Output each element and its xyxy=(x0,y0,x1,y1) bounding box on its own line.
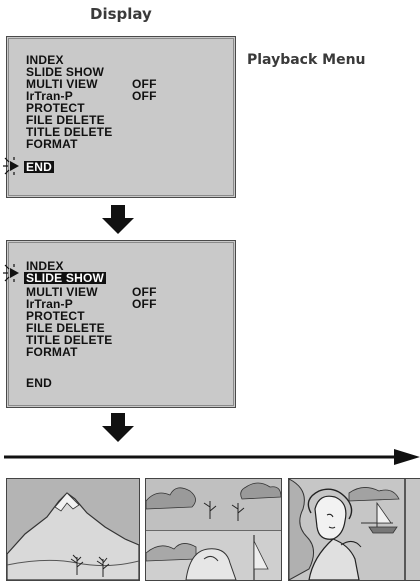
playback-menu-label: Playback Menu xyxy=(247,52,366,68)
irtran-p-value: OFF xyxy=(132,89,157,103)
trees-illustration xyxy=(146,479,281,580)
woman-illustration xyxy=(289,479,420,580)
playback-menu-screen-1: INDEX SLIDE SHOW MULTI VIEW OFF IrTran-P O… xyxy=(3,36,236,198)
slide-panel-trees xyxy=(145,478,282,581)
slide-panel-mountain xyxy=(6,478,140,581)
slide-panel-woman xyxy=(288,478,420,581)
display-heading: Display xyxy=(90,5,152,23)
menu-item-format[interactable]: FORMAT xyxy=(26,138,78,150)
mountain-illustration xyxy=(7,479,139,580)
menu-item-end[interactable]: END xyxy=(26,377,52,389)
down-arrow-icon xyxy=(102,205,134,234)
irtran-p-value: OFF xyxy=(132,297,157,311)
cursor-pointer-icon xyxy=(3,157,19,175)
right-arrow-icon xyxy=(4,449,420,465)
cursor-pointer-icon xyxy=(3,264,19,282)
menu-item-format[interactable]: FORMAT xyxy=(26,346,78,358)
playback-menu-screen-2: INDEX SLIDE SHOW MULTI VIEW OFF IrTran-P O… xyxy=(3,240,236,408)
menu-item-end-selected[interactable]: END xyxy=(24,161,54,173)
down-arrow-icon xyxy=(102,413,134,442)
menu-item-slide-show-selected[interactable]: SLIDE SHOW xyxy=(24,272,107,284)
